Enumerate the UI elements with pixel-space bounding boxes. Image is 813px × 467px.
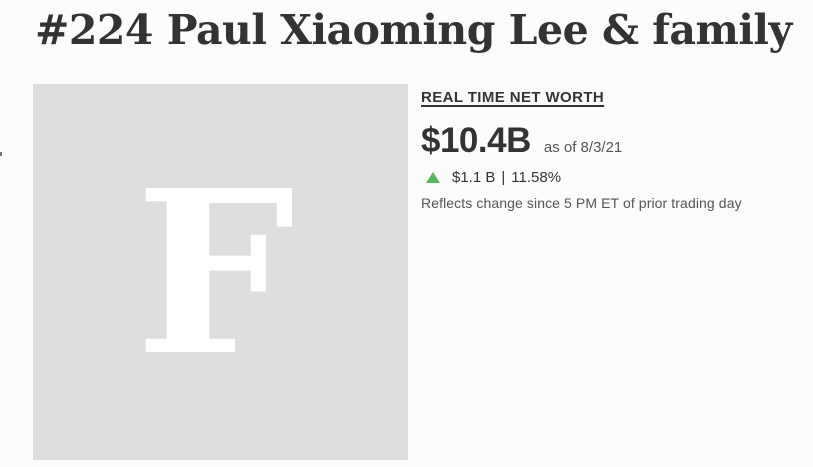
- profile-page: #224 Paul Xiaoming Lee & family F REAL T…: [0, 0, 813, 467]
- profile-image-placeholder: F: [33, 84, 408, 460]
- change-percent: 11.58%: [511, 169, 562, 186]
- edge-marker: [0, 152, 2, 156]
- logo-letter: F: [135, 142, 295, 406]
- forbes-f-logo: F: [135, 142, 295, 406]
- net-worth-value: $10.4B: [421, 121, 531, 160]
- change-separator: |: [501, 169, 506, 186]
- change-note: Reflects change since 5 PM ET of prior t…: [421, 195, 742, 211]
- net-worth-label[interactable]: REAL TIME NET WORTH: [421, 89, 604, 106]
- change-row: $1.1 B | 11.58%: [421, 169, 806, 186]
- net-worth-row: $10.4B as of 8/3/21: [421, 121, 806, 161]
- up-arrow-icon: [426, 172, 440, 183]
- net-worth-panel: REAL TIME NET WORTH $10.4B as of 8/3/21 …: [421, 87, 806, 211]
- change-amount: $1.1 B: [452, 169, 496, 186]
- as-of-date: as of 8/3/21: [543, 139, 623, 156]
- page-title: #224 Paul Xiaoming Lee & family: [35, 6, 792, 54]
